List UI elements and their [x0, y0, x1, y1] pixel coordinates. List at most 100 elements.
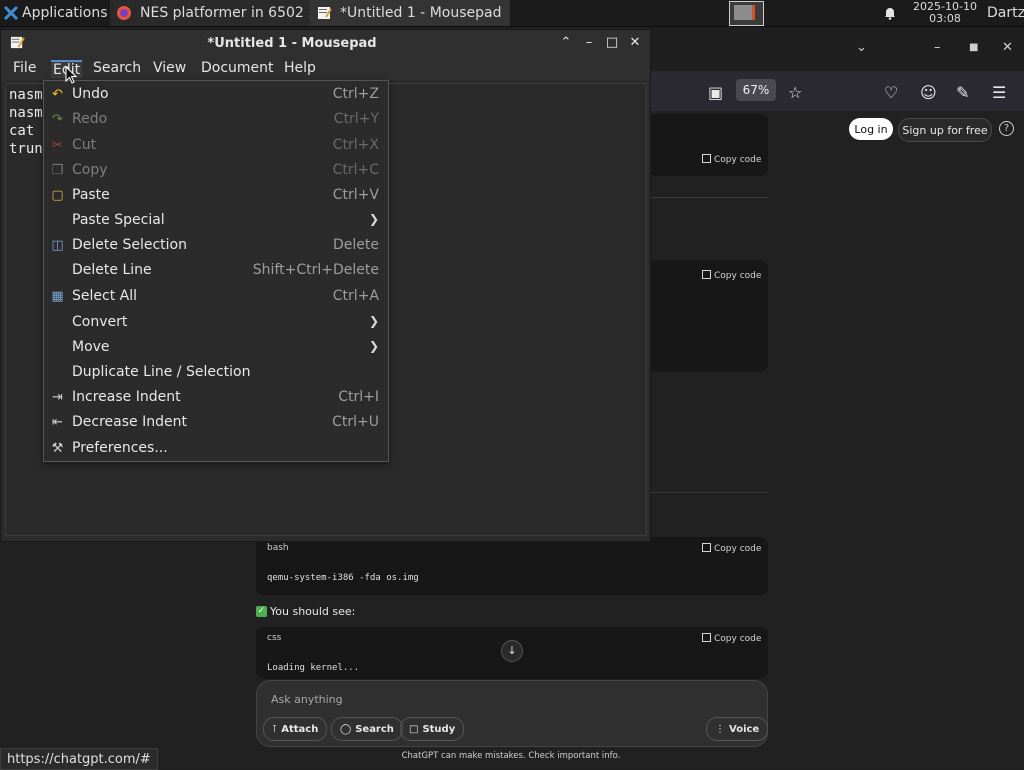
- menu-item-decrease-indent[interactable]: ⇤ Decrease Indent Ctrl+U: [44, 411, 388, 433]
- editor-line: nasm: [9, 105, 43, 121]
- code-block-fragment: Copy code: [648, 114, 768, 176]
- disclaimer-text: ChatGPT can make mistakes. Check importa…: [401, 751, 621, 761]
- zoom-level-badge[interactable]: 67%: [736, 79, 776, 101]
- redo-icon: ↷: [52, 112, 63, 127]
- submenu-arrow-icon: ❯: [368, 314, 379, 328]
- menu-item-move[interactable]: Move ❯: [44, 336, 388, 358]
- workspace-thumbnail: [734, 5, 755, 20]
- pocket-icon[interactable]: ♡: [884, 83, 898, 102]
- code-block-fragment: Copy code: [648, 260, 768, 372]
- signup-button[interactable]: Sign up for free: [898, 118, 992, 142]
- menu-document[interactable]: Document: [201, 60, 274, 76]
- cut-icon: ✂: [52, 138, 63, 153]
- copy-icon: [702, 270, 711, 279]
- chat-input[interactable]: [269, 689, 673, 709]
- select-all-icon: ▦: [51, 289, 64, 304]
- copy-icon: [702, 633, 711, 642]
- scroll-down-arrow-icon[interactable]: ↓: [501, 640, 523, 662]
- close-icon[interactable]: ✕: [626, 34, 644, 52]
- close-icon[interactable]: ✕: [1002, 40, 1013, 55]
- applications-menu-button[interactable]: Applications: [0, 0, 110, 26]
- taskbar-task-label: *Untitled 1 - Mousepad: [340, 5, 502, 21]
- voice-button[interactable]: ⋮ Voice: [706, 717, 769, 741]
- taskbar: Applications NES platformer in 6502 ... …: [0, 0, 1024, 27]
- taskbar-task-browser[interactable]: NES platformer in 6502 ...: [110, 0, 310, 26]
- code-text: Loading kernel...: [267, 663, 360, 673]
- copy-code-button[interactable]: Copy code: [702, 154, 761, 165]
- divider: [648, 492, 768, 493]
- chevron-up-icon[interactable]: ⌃: [557, 34, 575, 52]
- mousepad-titlebar[interactable]: *Untitled 1 - Mousepad ⌃ – □ ✕: [1, 30, 650, 56]
- minimize-icon[interactable]: –: [580, 34, 598, 52]
- xfce-logo-icon: [3, 5, 19, 21]
- help-icon[interactable]: ?: [999, 121, 1014, 136]
- menu-item-convert[interactable]: Convert ❯: [44, 311, 388, 333]
- you-should-see-text: You should see:: [270, 605, 356, 618]
- bookmark-star-icon[interactable]: ☆: [788, 83, 802, 102]
- clock-time: 03:08: [929, 12, 961, 25]
- globe-icon: ◯: [340, 723, 352, 735]
- window-title: *Untitled 1 - Mousepad: [207, 36, 377, 51]
- indent-icon: ⇥: [52, 390, 63, 405]
- submenu-arrow-icon: ❯: [368, 339, 379, 353]
- mouse-cursor-icon: [65, 66, 77, 84]
- menu-search[interactable]: Search: [93, 60, 141, 76]
- taskbar-task-label: NES platformer in 6502 ...: [140, 5, 310, 21]
- menu-item-undo[interactable]: ↶ Undo Ctrl+Z: [44, 83, 388, 105]
- menubar: File Edit Search View Document Help: [1, 56, 650, 80]
- copy-code-button[interactable]: Copy code: [702, 543, 761, 554]
- chat-composer: ⊺Attach ◯Search □Study ⋮Voice: [256, 680, 769, 747]
- edit-menu-dropdown: ↶ Undo Ctrl+Z ↷ Redo Ctrl+Y ✂ Cut Ctrl+X…: [43, 80, 389, 462]
- hamburger-menu-icon[interactable]: ☰: [992, 83, 1006, 102]
- user-menu[interactable]: Dartz: [987, 0, 1024, 26]
- preferences-icon: ⚒: [51, 441, 64, 456]
- login-button[interactable]: Log in: [849, 118, 893, 140]
- maximize-icon[interactable]: □: [603, 34, 621, 52]
- menu-view[interactable]: View: [153, 60, 186, 76]
- book-icon: □: [409, 723, 419, 735]
- editor-line: trun: [9, 141, 43, 157]
- copy-icon: ❐: [51, 163, 64, 178]
- copy-code-button[interactable]: Copy code: [702, 270, 761, 281]
- minimize-icon[interactable]: –: [934, 40, 941, 55]
- attach-button[interactable]: ⊺ Attach: [263, 717, 328, 741]
- menu-item-preferences[interactable]: ⚒ Preferences...: [44, 437, 388, 459]
- paste-icon: ▢: [51, 188, 64, 203]
- study-button[interactable]: □ Study: [400, 717, 465, 741]
- extensions-icon[interactable]: ✎: [956, 83, 969, 102]
- you-should-see-line: ✓ You should see:: [256, 605, 355, 618]
- copy-icon: [702, 154, 711, 163]
- menu-item-delete-selection[interactable]: ◫ Delete Selection Delete: [44, 234, 388, 256]
- search-button[interactable]: ◯ Search: [331, 717, 403, 741]
- menu-item-select-all[interactable]: ▦ Select All Ctrl+A: [44, 285, 388, 307]
- menu-item-copy[interactable]: ❐ Copy Ctrl+C: [44, 159, 388, 181]
- paperclip-icon: ⊺: [272, 723, 278, 735]
- menu-item-paste[interactable]: ▢ Paste Ctrl+V: [44, 184, 388, 206]
- maximize-icon[interactable]: ■: [969, 42, 978, 53]
- waveform-icon: ⋮: [715, 723, 725, 735]
- checkmark-icon: ✓: [256, 606, 267, 617]
- undo-icon: ↶: [52, 87, 63, 102]
- taskbar-task-mousepad[interactable]: *Untitled 1 - Mousepad: [310, 0, 510, 26]
- clock[interactable]: 2025-10-10 03:08: [906, 0, 984, 26]
- menu-item-cut[interactable]: ✂ Cut Ctrl+X: [44, 134, 388, 156]
- menu-item-delete-line[interactable]: Delete Line Shift+Ctrl+Delete: [44, 259, 388, 281]
- menu-item-increase-indent[interactable]: ⇥ Increase Indent Ctrl+I: [44, 386, 388, 408]
- account-icon[interactable]: ☺: [920, 83, 937, 102]
- menu-file[interactable]: File: [13, 60, 36, 76]
- copy-icon: [702, 543, 711, 552]
- menu-item-duplicate-line[interactable]: Duplicate Line / Selection: [44, 361, 388, 383]
- reader-view-icon[interactable]: ▣: [708, 83, 723, 102]
- workspace-switcher[interactable]: [729, 1, 764, 26]
- code-block-bash: bash Copy code qemu-system-i386 -fda os.…: [256, 537, 768, 595]
- notification-bell-icon[interactable]: [880, 0, 900, 26]
- editor-line: cat: [9, 123, 35, 139]
- menu-item-redo[interactable]: ↷ Redo Ctrl+Y: [44, 108, 388, 130]
- menu-item-paste-special[interactable]: Paste Special ❯: [44, 209, 388, 231]
- tab-list-chevron-icon[interactable]: ⌄: [856, 40, 867, 55]
- status-url: https://chatgpt.com/#: [0, 748, 158, 770]
- divider: [648, 197, 768, 198]
- code-text: qemu-system-i386 -fda os.img: [267, 573, 419, 583]
- copy-code-button[interactable]: Copy code: [702, 633, 761, 644]
- menu-help[interactable]: Help: [284, 60, 316, 76]
